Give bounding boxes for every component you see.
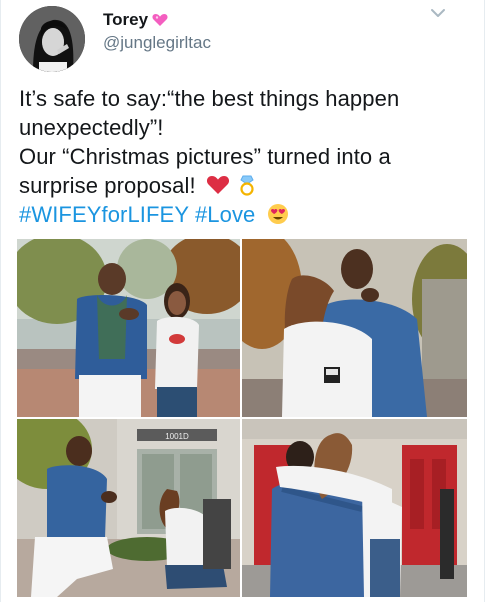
store-number-sign: 1001D [165, 432, 189, 441]
user-handle[interactable]: @junglegirltac [103, 33, 211, 53]
photo-grid: 1001D [17, 239, 467, 597]
tweet-line-3: Our “Christmas pictures” turned into a [19, 144, 391, 169]
tweet-line-1: It’s safe to say:“the best things happen [19, 86, 400, 111]
hashtag-wifeyforlifey[interactable]: #WIFEYforLIFEY [19, 202, 189, 227]
name-row: Torey [103, 10, 168, 30]
avatar[interactable] [19, 6, 85, 72]
photo-proposal-4[interactable] [242, 419, 467, 597]
red-heart-icon [206, 174, 230, 196]
tweet-card: Torey @junglegirltac It’s safe to say:“t… [0, 0, 485, 602]
tweet-line-2: unexpectedly”! [19, 115, 164, 140]
photo-proposal-2[interactable] [242, 239, 467, 417]
display-name[interactable]: Torey [103, 10, 148, 30]
tweet-line-5: #WIFEYforLIFEY #Love [19, 200, 469, 229]
ring-icon [238, 174, 256, 196]
photo-proposal-1[interactable] [17, 239, 240, 417]
heart-eyes-icon [266, 203, 290, 225]
pink-heart-icon [152, 13, 168, 27]
tweet-text: It’s safe to say:“the best things happen… [19, 84, 469, 229]
chevron-down-icon[interactable] [429, 6, 447, 20]
photo-proposal-3[interactable]: 1001D [17, 419, 240, 597]
tweet-line-4-text: surprise proposal! [19, 173, 196, 198]
hashtag-love[interactable]: #Love [195, 202, 255, 227]
tweet-line-4: surprise proposal! [19, 171, 469, 200]
